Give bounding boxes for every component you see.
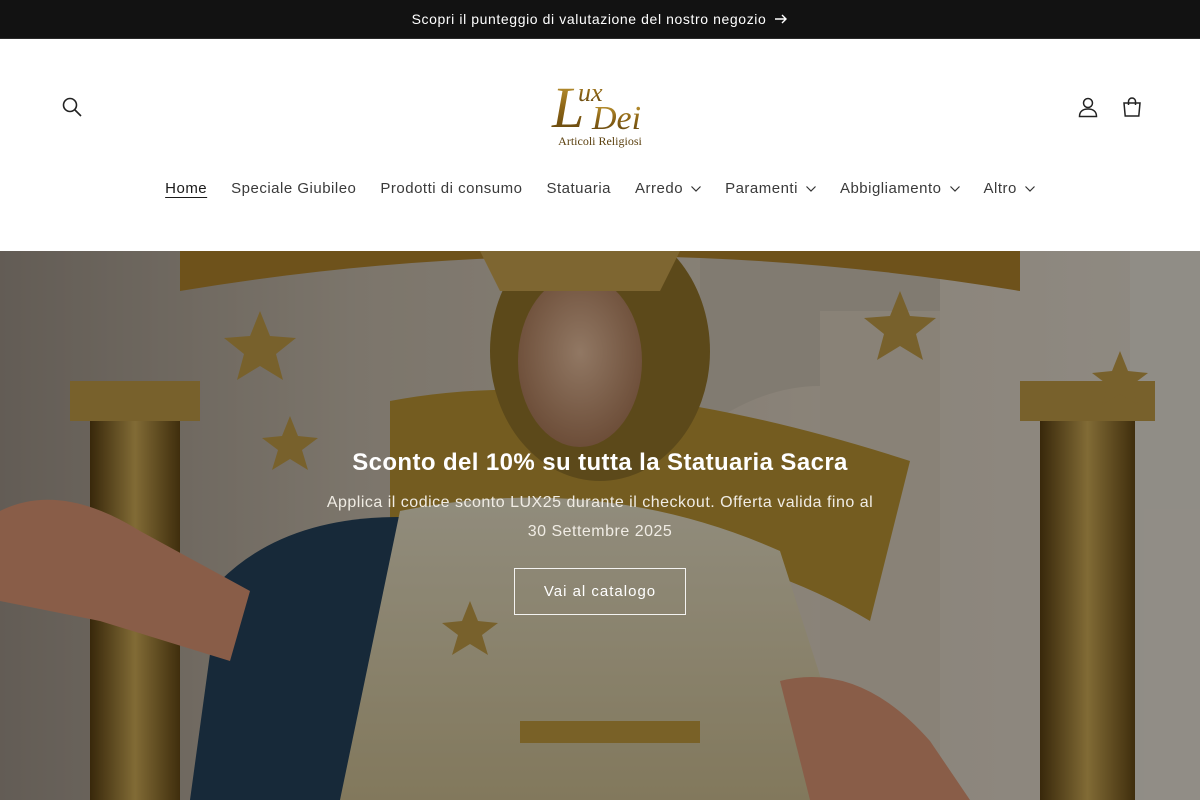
search-button[interactable] <box>50 85 94 129</box>
arrow-right-icon <box>775 14 788 24</box>
nav-item-abbigliamento[interactable]: Abbigliamento <box>828 174 972 203</box>
chevron-down-icon <box>806 185 816 192</box>
svg-text:Dei: Dei <box>591 100 641 137</box>
catalog-button[interactable]: Vai al catalogo <box>513 568 687 615</box>
announcement-text: Scopri il punteggio di valutazione del n… <box>411 11 767 27</box>
main-nav: Home Speciale Giubileo Prodotti di consu… <box>0 174 1200 203</box>
nav-item-altro[interactable]: Altro <box>972 174 1047 203</box>
nav-item-prodotti-di-consumo[interactable]: Prodotti di consumo <box>368 174 534 203</box>
announcement-link[interactable]: Scopri il punteggio di valutazione del n… <box>412 11 789 27</box>
nav-item-arredo[interactable]: Arredo <box>623 174 713 203</box>
search-icon <box>62 97 82 117</box>
nav-item-paramenti[interactable]: Paramenti <box>713 174 828 203</box>
cart-button[interactable] <box>1110 85 1154 129</box>
svg-text:Articoli Religiosi: Articoli Religiosi <box>558 134 642 148</box>
hero-text: Applica il codice sconto LUX25 durante i… <box>326 494 874 540</box>
nav-item-statuaria[interactable]: Statuaria <box>534 174 623 203</box>
nav-item-speciale-giubileo[interactable]: Speciale Giubileo <box>219 174 368 203</box>
nav-item-home[interactable]: Home <box>153 174 219 203</box>
cart-icon <box>1123 97 1141 117</box>
chevron-down-icon <box>691 185 701 192</box>
hero-content: Sconto del 10% su tutta la Statuaria Sac… <box>300 446 900 615</box>
account-icon <box>1078 97 1098 118</box>
chevron-down-icon <box>1024 185 1035 192</box>
announcement-bar: Scopri il punteggio di valutazione del n… <box>0 0 1200 39</box>
account-button[interactable] <box>1066 85 1110 129</box>
chevron-down-icon <box>949 185 960 192</box>
site-header: L ux Dei Articoli Religiosi Home Special… <box>0 39 1200 251</box>
hero-banner: Sconto del 10% su tutta la Statuaria Sac… <box>0 251 1200 800</box>
hero-title: Sconto del 10% su tutta la Statuaria Sac… <box>352 449 848 476</box>
site-logo[interactable]: L ux Dei Articoli Religiosi <box>548 67 652 149</box>
